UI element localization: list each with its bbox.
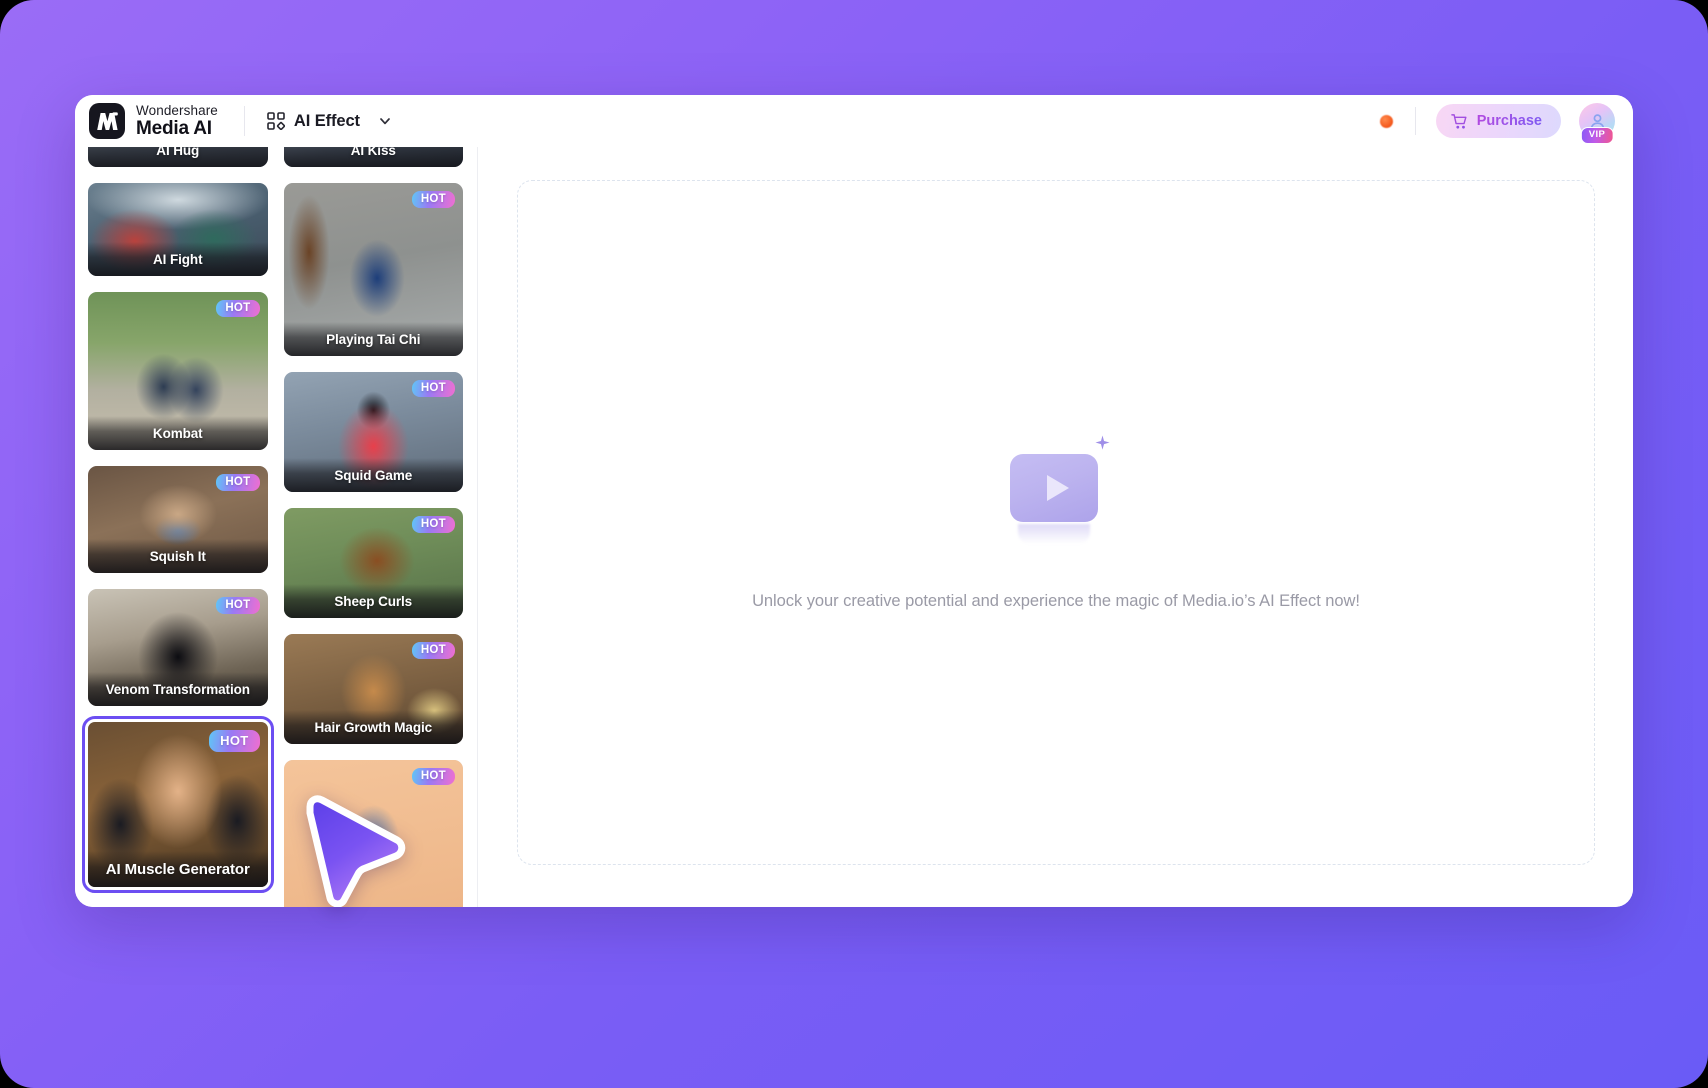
account-avatar[interactable]: VIP xyxy=(1579,103,1615,144)
effect-card[interactable]: AI Kiss xyxy=(283,147,463,167)
effect-card[interactable]: AI Hug xyxy=(88,147,268,167)
effect-card[interactable]: HOT Kombat xyxy=(88,292,268,450)
chevron-down-icon xyxy=(380,118,390,125)
effect-card[interactable]: HOT Venom Transformation xyxy=(88,589,268,706)
effect-card-selected[interactable]: HOT AI Muscle Generator xyxy=(82,716,274,893)
desktop-backdrop: Wondershare Media AI AI Effect Purchase … xyxy=(0,0,1708,1088)
effect-card[interactable]: HOT Sheep Curls xyxy=(283,508,463,618)
hot-badge: HOT xyxy=(411,191,455,208)
nav-ai-effect[interactable]: AI Effect xyxy=(267,112,392,131)
sparkle-icon xyxy=(1095,435,1110,450)
effect-card-title: AI Hug xyxy=(88,147,268,167)
effects-grid: AI Hug AI Fight HOT Kombat HOT Squish It… xyxy=(82,147,463,907)
hot-badge: HOT xyxy=(209,730,260,752)
effect-card-title: Kombat xyxy=(88,416,268,450)
hot-badge: HOT xyxy=(216,597,260,614)
effect-card[interactable]: HOT Hair Growth Magic xyxy=(283,634,463,744)
effect-card-title: AI Fight xyxy=(88,242,268,276)
effects-sidebar[interactable]: AI Hug AI Fight HOT Kombat HOT Squish It… xyxy=(75,147,478,907)
effects-scroll-area[interactable]: AI Hug AI Fight HOT Kombat HOT Squish It… xyxy=(75,147,477,907)
nav-ai-effect-label: AI Effect xyxy=(293,111,360,130)
play-triangle-icon xyxy=(1047,475,1069,501)
toolbar-divider xyxy=(243,106,245,136)
effect-card-title: Squish It xyxy=(88,539,268,573)
effect-card-title: AI Kiss xyxy=(283,147,463,167)
video-player-placeholder-icon xyxy=(996,434,1116,544)
grid-apps-icon xyxy=(267,112,285,130)
vip-badge: VIP xyxy=(1580,127,1614,144)
effect-card-title: AI Muscle Generator xyxy=(88,851,268,887)
effect-card-title: Venom Transformation xyxy=(88,672,268,706)
hot-badge: HOT xyxy=(411,642,455,659)
effect-card[interactable]: HOT xyxy=(283,760,463,907)
effect-card[interactable]: HOT Squish It xyxy=(88,466,268,573)
hot-badge: HOT xyxy=(216,300,260,317)
brand-logo-block[interactable]: Wondershare Media AI xyxy=(89,103,218,139)
purchase-button-label: Purchase xyxy=(1476,113,1542,129)
brand-text: Wondershare Media AI xyxy=(136,102,218,139)
hot-badge: HOT xyxy=(216,474,260,491)
effect-card-title: Sheep Curls xyxy=(283,584,463,618)
shopping-cart-icon xyxy=(1450,113,1467,129)
effect-card-title: Squid Game xyxy=(283,458,463,492)
effect-card[interactable]: HOT Squid Game xyxy=(283,372,463,492)
effects-column-right: AI Kiss HOT Playing Tai Chi HOT Squid Ga… xyxy=(283,147,463,907)
recording-status-dot-icon[interactable] xyxy=(1379,114,1393,128)
hot-badge: HOT xyxy=(411,516,455,533)
media-ai-logo-icon xyxy=(89,103,125,139)
effect-card-title: Playing Tai Chi xyxy=(283,322,463,356)
purchase-button[interactable]: Purchase xyxy=(1435,104,1561,138)
hot-badge: HOT xyxy=(411,380,455,397)
brand-line-2: Media AI xyxy=(136,117,212,139)
effect-card-title: Hair Growth Magic xyxy=(283,710,463,744)
effect-card[interactable]: AI Fight xyxy=(88,183,268,276)
upload-dropzone[interactable]: Unlock your creative potential and exper… xyxy=(517,180,1595,865)
promo-text: Unlock your creative potential and exper… xyxy=(752,592,1360,610)
brand-line-1: Wondershare xyxy=(136,102,218,118)
top-bar: Wondershare Media AI AI Effect Purchase … xyxy=(75,95,1633,147)
preview-panel: Unlock your creative potential and exper… xyxy=(478,147,1633,907)
effects-column-left: AI Hug AI Fight HOT Kombat HOT Squish It… xyxy=(82,147,274,907)
player-reflection xyxy=(1018,524,1090,544)
application-window: Wondershare Media AI AI Effect Purchase … xyxy=(75,95,1633,907)
effect-card[interactable]: HOT Playing Tai Chi xyxy=(283,183,463,356)
toolbar-divider-right xyxy=(1414,107,1416,135)
hot-badge: HOT xyxy=(411,768,455,785)
window-body: AI Hug AI Fight HOT Kombat HOT Squish It… xyxy=(75,147,1633,907)
player-box xyxy=(1010,454,1098,522)
